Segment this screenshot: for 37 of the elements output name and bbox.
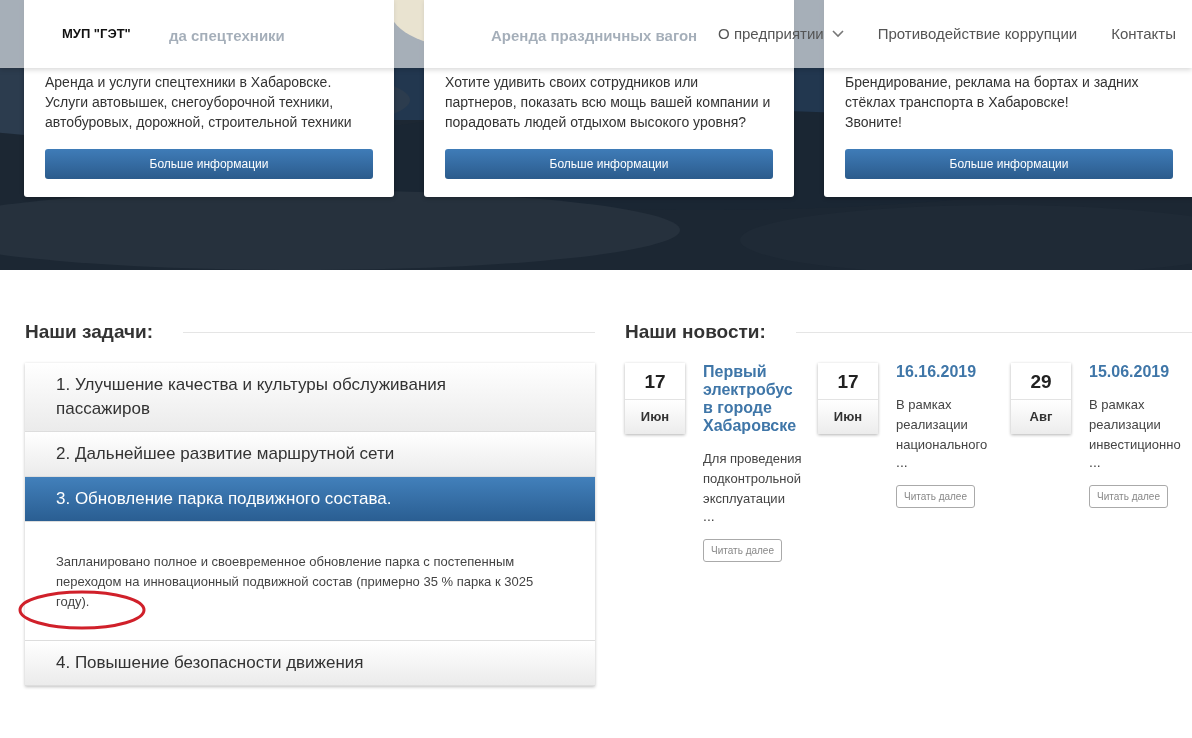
card-text: Хотите удивить своих сотрудников или партнеров, показать всю мощь вашей компании и порадовать людей отдыхом высокого уровня?: [445, 73, 772, 132]
more-info-button[interactable]: Больше информации: [845, 149, 1173, 179]
accordion-header[interactable]: 2. Дальнейшее развитие маршрутной сети: [25, 431, 595, 477]
ellipsis-text: ...: [1089, 454, 1102, 469]
news-title-link[interactable]: 16.16.2019: [896, 362, 996, 381]
news-title-link[interactable]: Первый электробус в городе Хабаровске: [703, 362, 803, 435]
date-month: Июн: [625, 399, 685, 434]
date-day: 29: [1011, 362, 1071, 400]
nav-link[interactable]: Противодействие коррупции: [877, 22, 1078, 46]
accordion-body-text: Запланировано полное и своевременное обновление парка с постепенным переходом на инновационный подвижной состав (примерно 35 % парка к 3025 году).: [25, 521, 595, 641]
section-heading: Наши задачи:: [25, 320, 154, 344]
date-day: 17: [625, 362, 685, 400]
accordion-header[interactable]: 3. Обновление парка подвижного состава.: [25, 476, 595, 522]
date-month: Авг: [1011, 399, 1071, 434]
ellipsis-text: ...: [703, 508, 716, 523]
news-excerpt: В рамках реализации национального: [896, 395, 989, 454]
more-info-button[interactable]: Больше информации: [445, 149, 773, 179]
nav-link[interactable]: О предприятии: [718, 22, 844, 46]
more-info-button[interactable]: Больше информации: [45, 149, 373, 179]
news-title-link[interactable]: 15.06.2019: [1089, 362, 1189, 381]
accordion-header[interactable]: 1. Улучшение качества и культуры обслуживания пассажиров: [25, 362, 595, 432]
date-day: 17: [818, 362, 878, 400]
read-more-button[interactable]: Читать далее: [703, 538, 782, 562]
read-more-button[interactable]: Читать далее: [1089, 484, 1168, 508]
card-title: да спецтехники: [169, 25, 285, 46]
site-logo[interactable]: МУП "ГЭТ": [62, 24, 131, 44]
card-text: Брендирование, реклама на бортах и задних стёклах транспорта в Хабаровске! Звоните!: [845, 73, 1140, 132]
date-month: Июн: [818, 399, 878, 434]
news-excerpt: В рамках реализации инвестиционно: [1089, 395, 1182, 454]
ellipsis-text: ...: [896, 454, 909, 469]
card-title: Аренда праздничных вагон: [491, 25, 698, 46]
read-more-button[interactable]: Читать далее: [896, 484, 975, 508]
section-heading: Наши новости:: [625, 320, 766, 344]
nav-link[interactable]: Контакты: [1111, 22, 1176, 46]
accordion-header[interactable]: 4. Повышение безопасности движения: [25, 640, 595, 686]
card-text: Аренда и услуги спецтехники в Хабаровске. Услуги автовышек, снегоуборочной техники, автобуровых, дорожной, строительной техники: [45, 73, 353, 132]
news-excerpt: Для проведения подконтрольной эксплуатации: [703, 449, 803, 508]
